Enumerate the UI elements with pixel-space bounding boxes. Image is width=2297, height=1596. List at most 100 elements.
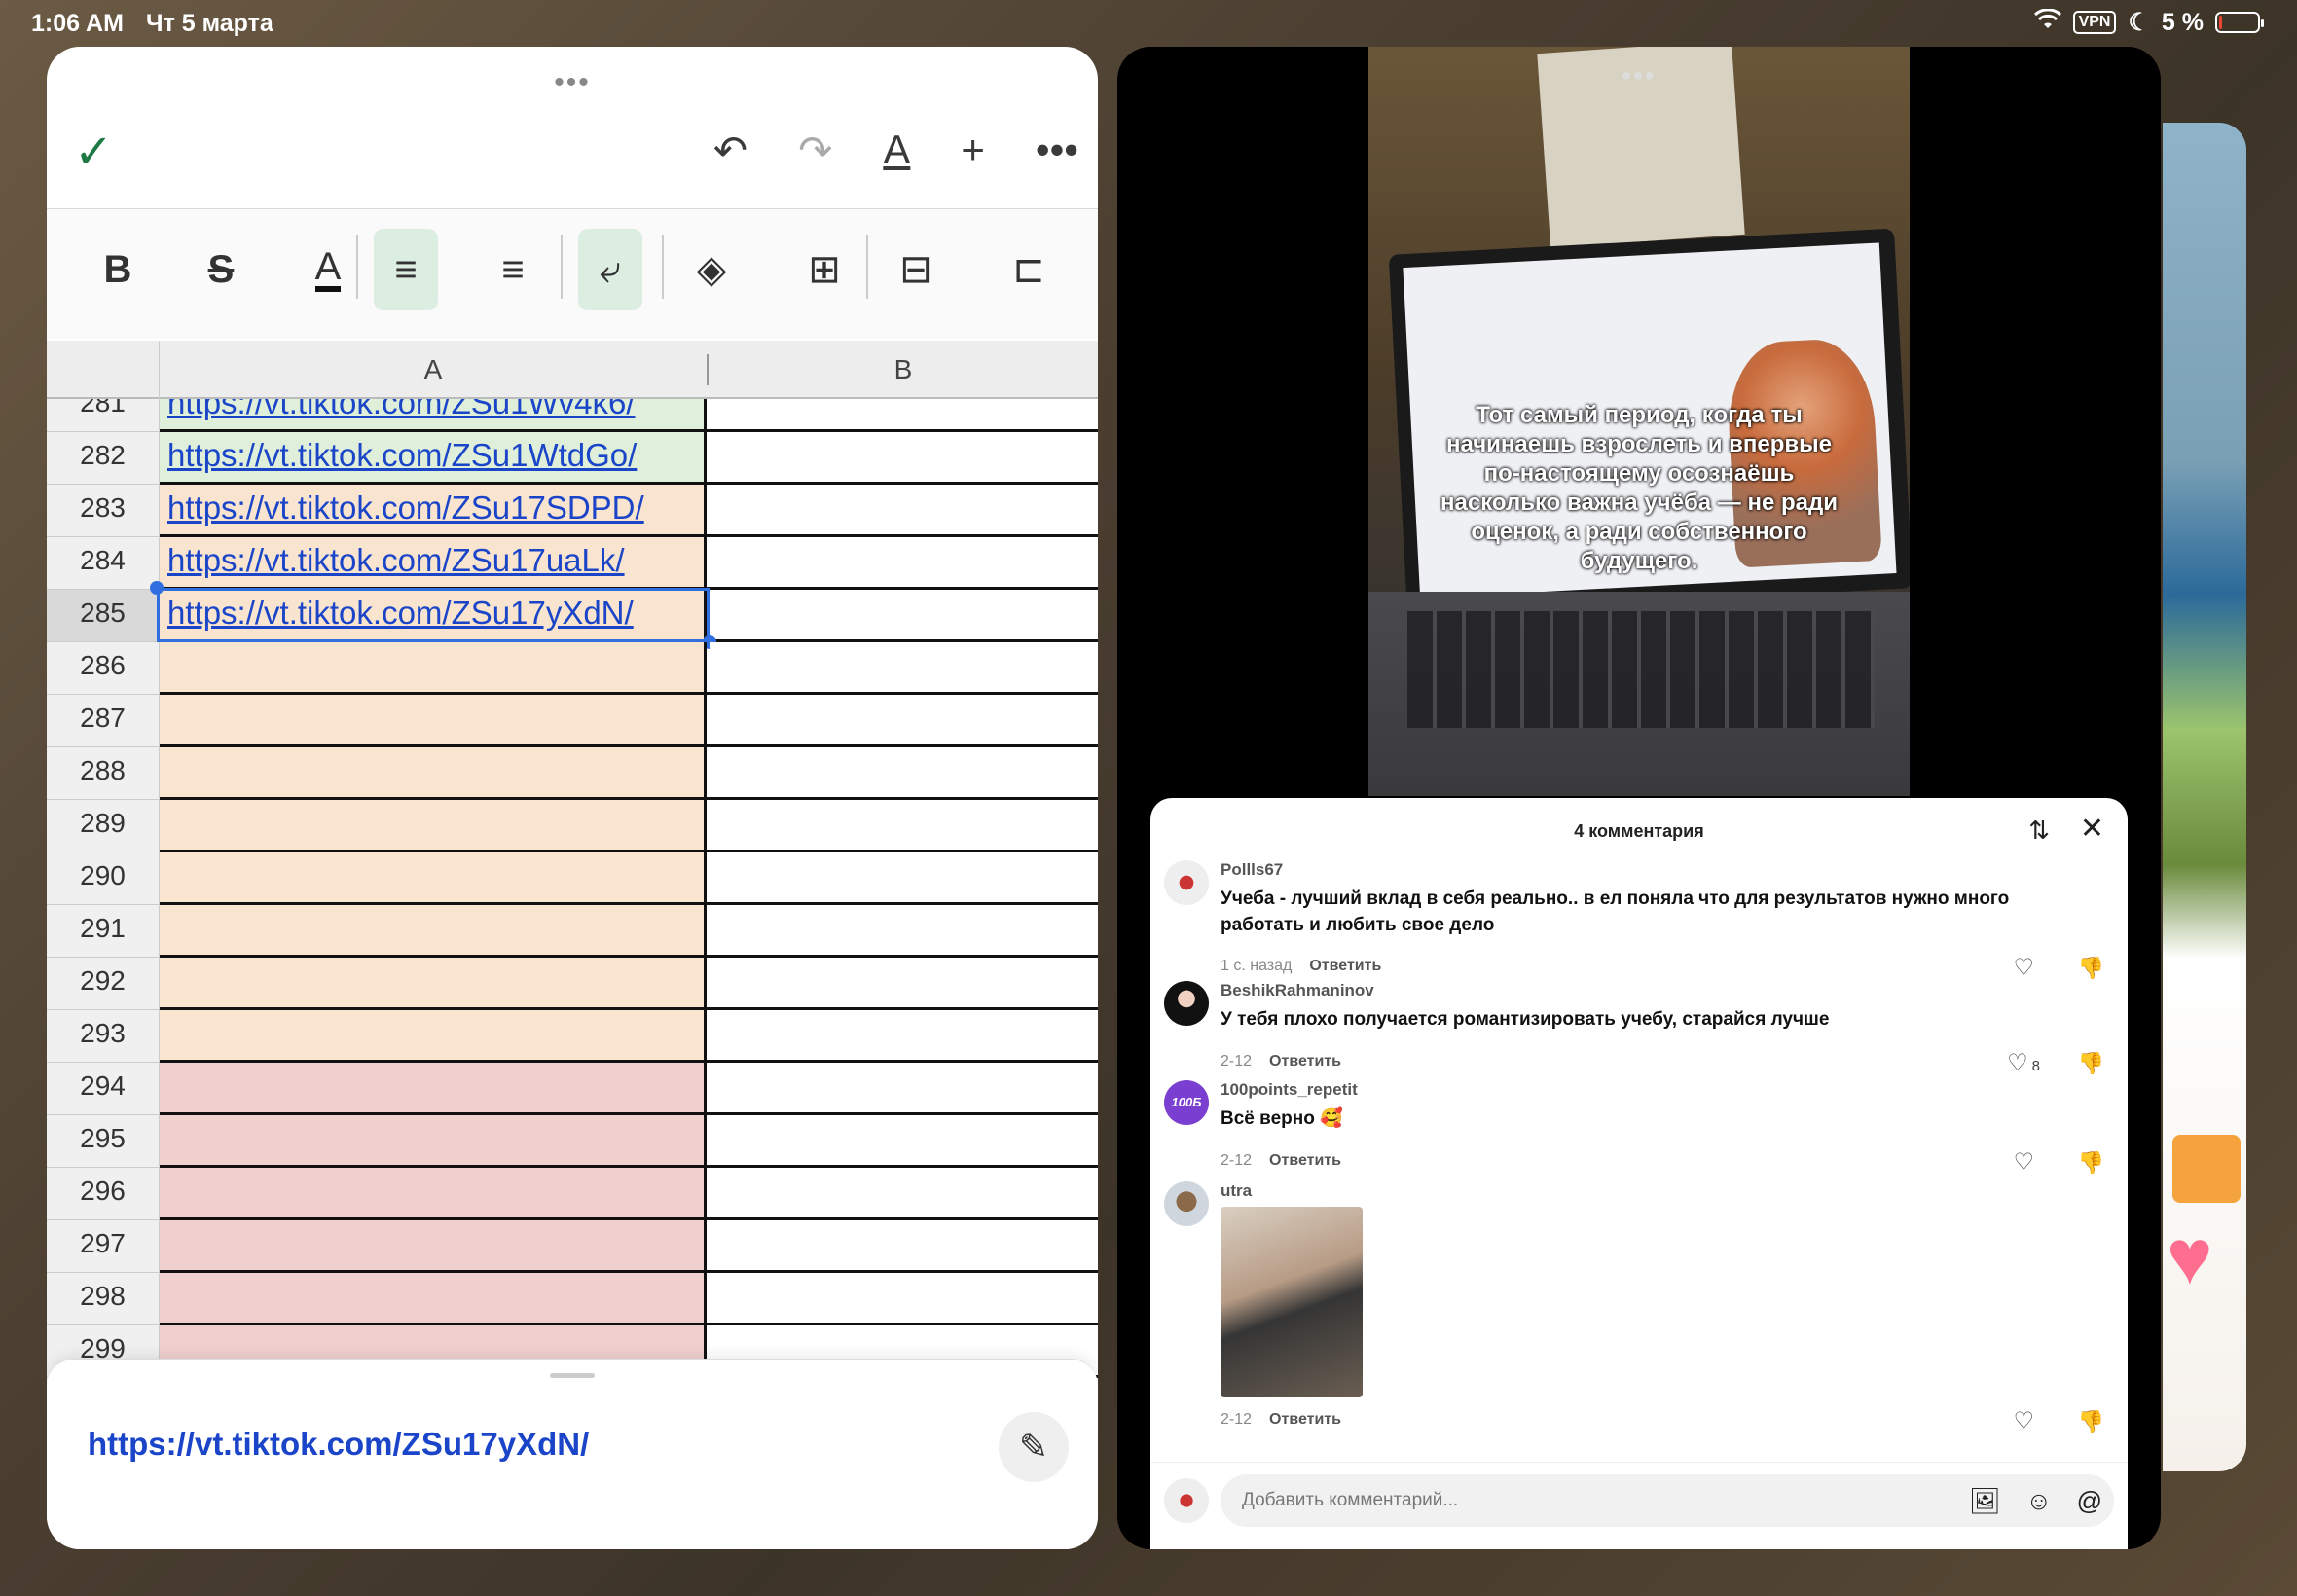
dislike-icon[interactable]: 👎 [2078,956,2104,981]
wrap-text-icon[interactable]: ⤶ [578,229,642,310]
cell-a[interactable] [160,1063,707,1112]
pencil-icon[interactable]: ✎ [999,1412,1069,1482]
cell-a[interactable] [160,1168,707,1217]
avatar[interactable] [1164,860,1209,905]
sort-icon[interactable]: ⇅ [2028,816,2050,846]
cell-b[interactable] [710,852,1098,902]
cell-a[interactable]: https://vt.tiktok.com/ZSu1Wv4k6/ [160,399,707,429]
cell-b[interactable] [710,485,1098,534]
cell-b[interactable] [710,537,1098,587]
cell-a[interactable] [160,1010,707,1060]
reply-button[interactable]: Ответить [1269,1053,1341,1070]
row-number[interactable]: 294 [47,1063,160,1115]
cell-b[interactable] [710,399,1098,429]
row-number[interactable]: 290 [47,852,160,905]
heart-icon[interactable]: ♡ [2013,954,2034,982]
cell-b[interactable] [710,1220,1098,1270]
cell-a[interactable]: https://vt.tiktok.com/ZSu1WtdGo/ [160,432,707,482]
heart-icon[interactable]: ♡ [2013,1407,2034,1435]
row-number[interactable]: 286 [47,642,160,695]
cell-b[interactable] [710,695,1098,744]
cell-link[interactable]: https://vt.tiktok.com/ZSu1Wv4k6/ [167,399,635,420]
bold-icon[interactable]: B [86,229,150,310]
image-icon[interactable]: 🖼 [1969,1486,2001,1516]
emoji-icon[interactable]: ☺ [2025,1486,2052,1516]
cell-b[interactable] [710,1010,1098,1060]
dislike-icon[interactable]: 👎 [2078,1409,2104,1434]
cell-b[interactable] [710,1273,1098,1323]
cell-b[interactable] [710,747,1098,797]
cell-a[interactable] [160,958,707,1007]
avatar[interactable]: 100Б [1164,1080,1209,1125]
cell-a[interactable] [160,695,707,744]
text-color-icon[interactable]: A [296,229,360,310]
column-a-header[interactable]: A [160,354,707,385]
heart-icon[interactable]: ♡ [2013,1148,2034,1177]
heart-icon[interactable]: ♡ 8 [2007,1049,2040,1077]
row-number[interactable]: 291 [47,905,160,958]
cell-b[interactable] [710,905,1098,955]
cell-b[interactable] [710,432,1098,482]
more-icon[interactable]: ••• [1036,127,1078,174]
row-number[interactable]: 296 [47,1168,160,1220]
cell-b[interactable] [710,958,1098,1007]
avatar[interactable] [1164,981,1209,1026]
column-b-header[interactable]: B [707,354,1098,385]
cell-value-field[interactable]: https://vt.tiktok.com/ZSu17yXdN/ [88,1426,589,1463]
comment-username[interactable]: Pollls67 [1221,860,1283,880]
cell-link[interactable]: https://vt.tiktok.com/ZSu17uaLk/ [167,542,625,578]
cell-a[interactable] [160,1115,707,1165]
cell-b[interactable] [710,1063,1098,1112]
cell-a[interactable] [160,642,707,692]
dislike-icon[interactable]: 👎 [2078,1150,2104,1176]
reply-button[interactable]: Ответить [1309,958,1381,974]
plus-icon[interactable]: + [961,127,985,174]
align-left-icon[interactable]: ≡ [374,229,438,310]
row-number[interactable]: 287 [47,695,160,747]
comment-username[interactable]: utra [1221,1181,1252,1201]
row-number[interactable]: 293 [47,1010,160,1063]
comment-username[interactable]: BeshikRahmaninov [1221,981,1374,1000]
cell-a[interactable] [160,1220,707,1270]
cell-a[interactable] [160,905,707,955]
row-number[interactable]: 281 [47,399,160,432]
cell-a[interactable] [160,747,707,797]
select-all-corner[interactable] [47,341,160,399]
selection-handle[interactable] [150,581,164,595]
editor-handle[interactable] [550,1373,595,1378]
row-number[interactable]: 288 [47,747,160,800]
mention-icon[interactable]: @ [2077,1486,2102,1516]
cell-b[interactable] [710,590,1098,639]
reply-button[interactable]: Ответить [1269,1411,1341,1428]
row-number[interactable]: 284 [47,537,160,590]
background-app-window[interactable]: ♥ [2163,123,2246,1471]
borders-icon[interactable]: ⊞ [792,229,857,310]
insert-row-icon[interactable]: ⊟ [884,229,948,310]
align-center-icon[interactable]: ≡ [481,229,545,310]
cell-link[interactable]: https://vt.tiktok.com/ZSu1WtdGo/ [167,437,637,473]
row-number[interactable]: 297 [47,1220,160,1273]
insert-column-icon[interactable]: ⊏ [997,229,1061,310]
strikethrough-icon[interactable]: S [189,229,253,310]
row-number[interactable]: 289 [47,800,160,852]
cell-a[interactable]: https://vt.tiktok.com/ZSu17SDPD/ [160,485,707,534]
row-number[interactable]: 282 [47,432,160,485]
row-number[interactable]: 292 [47,958,160,1010]
row-number[interactable]: 285 [47,590,160,642]
row-number[interactable]: 283 [47,485,160,537]
checkmark-icon[interactable]: ✓ [74,125,113,179]
cell-b[interactable] [710,800,1098,850]
cell-b[interactable] [710,642,1098,692]
text-format-icon[interactable]: A [883,127,910,174]
avatar[interactable] [1164,1181,1209,1226]
cell-link[interactable]: https://vt.tiktok.com/ZSu17SDPD/ [167,490,644,526]
row-number[interactable]: 295 [47,1115,160,1168]
undo-icon[interactable]: ↶ [713,127,747,174]
dislike-icon[interactable]: 👎 [2078,1051,2104,1076]
row-number[interactable]: 298 [47,1273,160,1325]
close-icon[interactable]: ✕ [2080,812,2104,846]
fill-color-icon[interactable]: ◈ [679,229,744,310]
video-player[interactable]: Тот самый период, когда ты начинаешь взр… [1368,47,1910,796]
redo-icon[interactable]: ↷ [798,127,832,174]
cell-a[interactable]: https://vt.tiktok.com/ZSu17uaLk/ [160,537,707,587]
